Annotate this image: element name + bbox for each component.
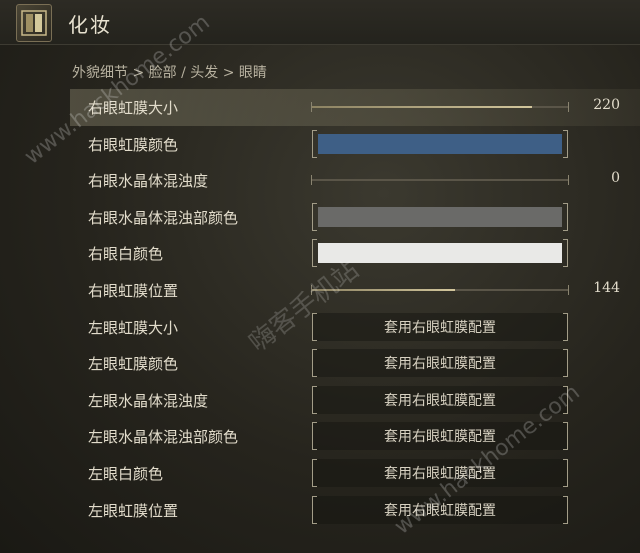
frame-bracket [312,202,317,231]
frame-bracket [563,129,568,158]
slider-fill [312,106,533,108]
frame-bracket [563,458,568,487]
button-label: 套用右眼虹膜配置 [384,502,496,519]
setting-label: 右眼虹膜大小 [88,99,179,117]
breadcrumb: 外貌细节 > 脸部 / 头发 > 眼睛 [72,65,267,81]
frame-bracket [563,385,568,414]
button-label: 套用右眼虹膜配置 [384,319,496,336]
slider-cap [568,102,569,112]
setting-label: 左眼水晶体混浊部颜色 [88,428,239,447]
setting-row[interactable]: 左眼水晶体混浊部颜色 套用右眼虹膜配置 [70,418,640,455]
title-bar: 化妆 [0,0,640,45]
color-picker[interactable] [312,202,568,231]
setting-row[interactable]: 右眼白颜色 [70,235,640,272]
button-label: 套用右眼虹膜配置 [384,465,496,482]
button-label: 套用右眼虹膜配置 [384,356,496,373]
mirror-icon [16,4,52,42]
setting-label: 左眼水晶体混浊度 [88,391,209,410]
frame-bracket [563,312,568,341]
setting-row[interactable]: 右眼水晶体混浊部颜色 [70,199,640,236]
setting-label: 左眼虹膜位置 [88,501,179,520]
setting-label: 右眼水晶体混浊度 [88,172,209,191]
setting-row[interactable]: 左眼虹膜颜色 套用右眼虹膜配置 [70,345,640,382]
setting-row[interactable]: 右眼虹膜颜色 [70,126,640,163]
page-title: 化妆 [68,13,112,37]
frame-bracket [312,129,317,158]
setting-label: 左眼白颜色 [88,464,164,483]
color-swatch [318,206,562,227]
frame-bracket [563,495,568,524]
color-picker[interactable] [312,129,568,158]
setting-row[interactable]: 右眼水晶体混浊度 0 [70,162,640,199]
slider-value: 144 [593,279,620,296]
setting-row[interactable]: 左眼白颜色 套用右眼虹膜配置 [70,455,640,492]
color-swatch [318,243,562,264]
frame-bracket [563,349,568,378]
slider-cap [568,175,569,186]
setting-label: 右眼虹膜位置 [88,281,179,300]
button-label: 套用右眼虹膜配置 [384,429,496,446]
apply-right-iris-button[interactable]: 套用右眼虹膜配置 [312,385,568,414]
frame-bracket [563,239,568,268]
setting-label: 右眼白颜色 [88,245,164,264]
slider-fill [312,288,456,291]
setting-label: 左眼虹膜大小 [88,318,179,337]
slider-value: 0 [611,170,620,187]
value-slider[interactable] [311,284,569,295]
setting-row[interactable]: 左眼水晶体混浊度 套用右眼虹膜配置 [70,382,640,419]
setting-row[interactable]: 右眼虹膜大小 220 [70,89,640,126]
apply-right-iris-button[interactable]: 套用右眼虹膜配置 [312,312,568,341]
button-label: 套用右眼虹膜配置 [384,392,496,409]
setting-row[interactable]: 右眼虹膜位置 144 [70,272,640,309]
color-swatch [318,133,562,154]
setting-row[interactable]: 左眼虹膜位置 套用右眼虹膜配置 [70,492,640,529]
settings-list: 右眼虹膜大小 220 右眼虹膜颜色 右眼水晶体混浊度 0 右眼水晶体混浊部颜色 右眼白颜色右… [70,89,640,528]
frame-bracket [563,422,568,451]
slider-cap [311,175,312,186]
setting-row[interactable]: 左眼虹膜大小 套用右眼虹膜配置 [70,309,640,346]
frame-bracket [312,239,317,268]
slider-value: 220 [593,97,620,113]
slider-cap [568,284,569,295]
setting-label: 右眼虹膜颜色 [88,135,179,154]
value-slider[interactable] [311,102,569,112]
color-picker[interactable] [312,239,568,268]
setting-label: 左眼虹膜颜色 [88,355,179,374]
apply-right-iris-button[interactable]: 套用右眼虹膜配置 [312,422,568,451]
value-slider[interactable] [311,175,569,186]
apply-right-iris-button[interactable]: 套用右眼虹膜配置 [312,495,568,524]
apply-right-iris-button[interactable]: 套用右眼虹膜配置 [312,349,568,378]
setting-label: 右眼水晶体混浊部颜色 [88,208,239,227]
apply-right-iris-button[interactable]: 套用右眼虹膜配置 [312,458,568,487]
frame-bracket [563,202,568,231]
